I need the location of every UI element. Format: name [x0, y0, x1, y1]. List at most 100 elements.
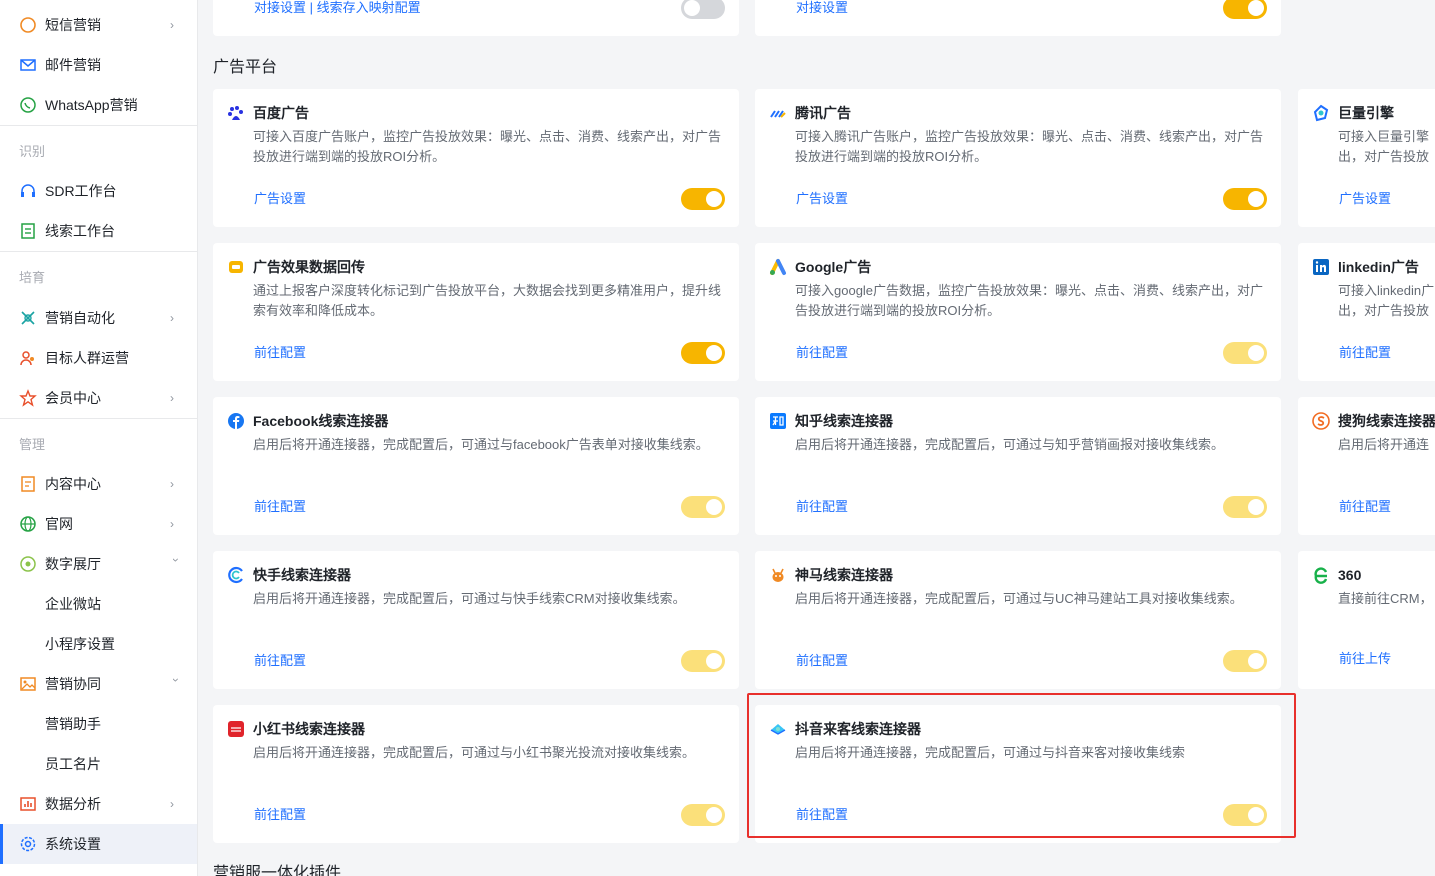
toggle-knob	[1248, 653, 1264, 669]
sidebar-item-content[interactable]: 内容中心 ›	[0, 464, 197, 504]
section-title-cultivate: 培育	[19, 270, 46, 285]
config-link[interactable]: 广告设置	[796, 191, 848, 207]
headset-icon	[21, 184, 35, 197]
enable-toggle[interactable]	[681, 0, 725, 19]
sidebar-subitem-business-card[interactable]: 员工名片	[0, 744, 197, 784]
sidebar-item-label: 官网	[45, 516, 73, 532]
facebook-icon	[228, 413, 244, 429]
enable-toggle[interactable]	[1223, 0, 1267, 19]
sidebar-item-target-audience[interactable]: 目标人群运营	[0, 338, 197, 378]
sidebar-item-analytics[interactable]: 数据分析 ›	[0, 784, 197, 824]
enable-toggle[interactable]	[681, 496, 725, 518]
card-desc: 可接入linkedin广出，对广告投放	[1338, 283, 1435, 318]
toggle-knob	[684, 0, 700, 16]
360-icon	[1314, 567, 1328, 584]
shenma-icon	[772, 568, 784, 582]
config-link[interactable]: 前往配置	[254, 345, 306, 361]
card-title: 小红书线索连接器	[253, 721, 365, 737]
config-link[interactable]: 广告设置	[254, 191, 306, 207]
sidebar-item-label: 营销协同	[45, 676, 101, 692]
card-title: 百度广告	[253, 105, 309, 121]
section-title-ad-platform: 广告平台	[213, 59, 278, 76]
card-desc: 启用后将开通连接器，完成配置后，可通过与知乎营销画报对接收集线索。	[795, 437, 1225, 452]
sidebar-subitem-assistant[interactable]: 营销助手	[0, 704, 197, 744]
card-desc: 启用后将开通连接器，完成配置后，可通过与facebook广告表单对接收集线索。	[253, 437, 709, 452]
sidebar-item-label: 数字展厅	[45, 556, 101, 572]
sidebar-item-whatsapp[interactable]: WhatsApp营销	[0, 85, 197, 125]
sidebar-item-label: 营销助手	[45, 716, 101, 732]
sidebar-item-label: 系统设置	[45, 836, 101, 852]
enable-toggle[interactable]	[681, 342, 725, 364]
config-link[interactable]: 对接设置 | 线索存入映射配置	[254, 0, 421, 16]
enable-toggle[interactable]	[1223, 496, 1267, 518]
kuaishou-icon	[228, 566, 243, 584]
conversion-icon	[229, 261, 243, 273]
chevron-right-icon: ›	[170, 18, 174, 32]
automation-icon	[21, 311, 35, 325]
card-shenma-connector: 神马线索连接器 启用后将开通连接器，完成配置后，可通过与UC神马建站工具对接收集…	[755, 551, 1281, 689]
card-title: linkedin广告	[1338, 259, 1419, 275]
section-title-plugin: 营销服一体化插件	[213, 865, 342, 876]
divider	[0, 418, 197, 419]
sidebar-item-digital-hall[interactable]: 数字展厅 ›	[0, 544, 197, 584]
card-title: Facebook线索连接器	[253, 413, 389, 429]
chevron-right-icon: ›	[170, 797, 174, 811]
card-linkedin-ads: linkedin广告 可接入linkedin广出，对广告投放 前往配置	[1298, 243, 1435, 381]
sidebar-item-email[interactable]: 邮件营销	[0, 45, 197, 85]
sidebar-item-sms[interactable]: 短信营销 ›	[0, 5, 197, 45]
sidebar-subitem-mini-program[interactable]: 小程序设置	[0, 624, 197, 664]
sidebar-subitem-micro-site[interactable]: 企业微站	[0, 584, 197, 624]
card-title: 360	[1338, 567, 1362, 583]
sidebar: 短信营销 › 邮件营销 WhatsApp营销 识别 SDR工作台 线索工作台 培…	[0, 0, 198, 876]
chevron-down-icon: ›	[169, 678, 183, 682]
toggle-knob	[1248, 499, 1264, 515]
divider	[0, 125, 197, 126]
sidebar-item-collab[interactable]: 营销协同 ›	[0, 664, 197, 704]
whatsapp-icon	[20, 97, 36, 113]
sidebar-item-member[interactable]: 会员中心 ›	[0, 378, 197, 418]
sidebar-item-settings[interactable]: 系统设置	[0, 824, 197, 864]
config-link[interactable]: 前往配置	[254, 653, 306, 669]
sidebar-item-sdr[interactable]: SDR工作台	[0, 171, 197, 211]
enable-toggle[interactable]	[1223, 188, 1267, 210]
sms-icon	[20, 17, 36, 33]
section-title-manage: 管理	[19, 437, 46, 452]
config-link[interactable]: 前往配置	[796, 653, 848, 669]
card-baidu-ads: 百度广告 可接入百度广告账户，监控广告投放效果：曝光、点击、消费、线索产出，对广…	[213, 89, 739, 227]
config-link[interactable]: 前往配置	[254, 807, 306, 823]
upload-link[interactable]: 前往上传	[1339, 651, 1391, 667]
card-title: 快手线索连接器	[253, 567, 351, 583]
config-link[interactable]: 前往配置	[796, 499, 848, 515]
card-ocean-engine: 巨量引擎 可接入巨量引擎出，对广告投放 广告设置	[1298, 89, 1435, 227]
card-desc: 直接前往CRM，	[1338, 591, 1433, 606]
card-title: 神马线索连接器	[795, 567, 893, 583]
card-zhihu-connector: 知乎线索连接器 启用后将开通连接器，完成配置后，可通过与知乎营销画报对接收集线索…	[755, 397, 1281, 535]
highlight-box	[747, 693, 1296, 838]
xiaohongshu-icon	[228, 721, 244, 737]
toggle-knob	[706, 345, 722, 361]
config-link[interactable]: 前往配置	[1339, 345, 1391, 361]
card-desc: 可接入腾讯广告账户，监控广告投放效果：曝光、点击、消费、线索产出，对广告投放进行…	[795, 129, 1264, 164]
config-link[interactable]: 前往配置	[254, 499, 306, 515]
enable-toggle[interactable]	[681, 650, 725, 672]
divider	[0, 251, 197, 252]
sidebar-item-website[interactable]: 官网 ›	[0, 504, 197, 544]
toggle-knob	[1248, 345, 1264, 361]
star-icon	[19, 389, 37, 407]
card-tencent-ads: 腾讯广告 可接入腾讯广告账户，监控广告投放效果：曝光、点击、消费、线索产出，对广…	[755, 89, 1281, 227]
sidebar-item-lead-board[interactable]: 线索工作台	[0, 211, 197, 251]
enable-toggle[interactable]	[681, 804, 725, 826]
toggle-knob	[706, 653, 722, 669]
linkedin-icon	[1313, 259, 1329, 275]
sidebar-item-automation[interactable]: 营销自动化 ›	[0, 298, 197, 338]
enable-toggle[interactable]	[1223, 342, 1267, 364]
config-link[interactable]: 前往配置	[796, 345, 848, 361]
config-link[interactable]: 对接设置	[796, 0, 848, 16]
chart-icon	[20, 797, 36, 811]
config-link[interactable]: 广告设置	[1339, 191, 1391, 207]
enable-toggle[interactable]	[681, 188, 725, 210]
config-link[interactable]: 前往配置	[1339, 499, 1391, 515]
toggle-knob	[706, 499, 722, 515]
sidebar-item-label: 营销自动化	[45, 310, 115, 326]
enable-toggle[interactable]	[1223, 650, 1267, 672]
